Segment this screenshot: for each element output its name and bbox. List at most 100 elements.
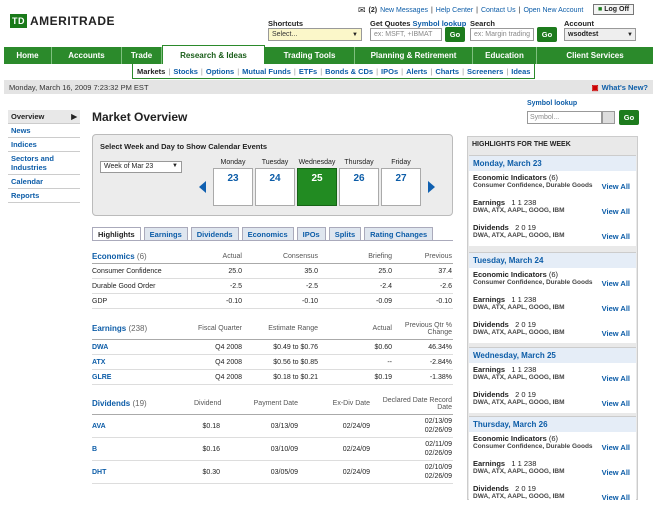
view-all-link[interactable]: View All [602, 374, 630, 383]
envelope-icon[interactable]: ✉ [358, 5, 366, 16]
open-account-link[interactable]: Open New Account [523, 7, 583, 14]
highlight-day-card: Thursday, March 26 Economic Indicators (… [469, 416, 636, 507]
col-header: Ex-Div Date [332, 400, 370, 407]
sidebar-item-indices[interactable]: Indices [8, 138, 80, 152]
subnav-ideas[interactable]: Ideas [511, 67, 530, 76]
cell: $0.60 [374, 343, 392, 351]
quote-input[interactable]: ex: MSFT, +IBMAT [370, 28, 442, 41]
ameritrade-logo[interactable]: TD AMERITRADE [10, 14, 115, 28]
highlight-day-card: Monday, March 23 Economic Indicators (6)… [469, 155, 636, 246]
nav-home[interactable]: Home [4, 47, 52, 64]
symbol-link[interactable]: ATX [92, 359, 194, 366]
view-all-link[interactable]: View All [602, 493, 630, 502]
subnav-markets[interactable]: Markets [137, 67, 165, 76]
nav-client-services[interactable]: Client Services [537, 47, 653, 64]
subnav-ipos[interactable]: IPOs [381, 67, 398, 76]
tab-dividends[interactable]: Dividends [190, 227, 239, 240]
nav-trade[interactable]: Trade [122, 47, 162, 64]
subnav-etfs[interactable]: ETFs [299, 67, 317, 76]
log-off-button[interactable]: ■ Log Off [593, 4, 635, 15]
view-all-link[interactable]: View All [602, 304, 630, 313]
day-name-wednesday: Wednesday [298, 159, 336, 166]
view-all-link[interactable]: View All [602, 232, 630, 241]
symbol-link[interactable]: DWA [92, 344, 194, 351]
contact-us-link[interactable]: Contact Us [481, 7, 516, 14]
highlight-date[interactable]: Thursday, March 26 [469, 417, 636, 432]
sidebar-item-overview[interactable]: Overview ▶ [8, 110, 80, 124]
chevron-down-icon[interactable] [602, 111, 615, 124]
day-name-friday: Friday [391, 159, 411, 166]
subnav-options[interactable]: Options [206, 67, 234, 76]
prev-week-arrow-icon[interactable] [199, 181, 206, 193]
view-all-link[interactable]: View All [602, 468, 630, 477]
quote-go-button[interactable]: Go [445, 27, 465, 42]
view-all-link[interactable]: View All [602, 399, 630, 408]
symbol-link[interactable]: AVA [92, 423, 194, 430]
search-input[interactable]: ex: Margin trading [470, 28, 534, 41]
week-select[interactable]: Week of Mar 23 ▼ [100, 161, 182, 173]
cell: $0.30 [202, 468, 220, 476]
cell: 03/05/09 [270, 468, 298, 476]
account-select[interactable]: wsodtest [564, 28, 636, 41]
sidebar-item-calendar[interactable]: Calendar [8, 175, 80, 189]
view-all-link[interactable]: View All [602, 443, 630, 452]
symbol-link[interactable]: GLRE [92, 374, 194, 381]
symbol-go-button[interactable]: Go [619, 110, 639, 125]
subnav-bonds-cds[interactable]: Bonds & CDs [325, 67, 373, 76]
subnav-charts[interactable]: Charts [435, 67, 459, 76]
earnings-heading[interactable]: Earnings (238) [92, 324, 194, 333]
symbol-lookup-link[interactable]: Symbol lookup [527, 100, 577, 107]
day-cell-thursday[interactable]: 26 [339, 168, 379, 206]
symbol-link[interactable]: DHT [92, 469, 194, 476]
tab-earnings[interactable]: Earnings [143, 227, 188, 240]
sidebar-item-news[interactable]: News [8, 124, 80, 138]
nav-accounts[interactable]: Accounts [52, 47, 122, 64]
day-cell-monday[interactable]: 23 [213, 168, 253, 206]
day-cell-wednesday[interactable]: 25 [297, 168, 337, 206]
cell: 02/10/09 02/26/09 [424, 464, 452, 480]
view-all-link[interactable]: View All [602, 207, 630, 216]
tab-economics[interactable]: Economics [241, 227, 294, 240]
subnav-stocks[interactable]: Stocks [173, 67, 198, 76]
subnav-alerts[interactable]: Alerts [406, 67, 427, 76]
subnav-screeners[interactable]: Screeners [467, 67, 503, 76]
day-name-thursday: Thursday [344, 159, 374, 166]
td-logo-mark: TD [10, 14, 27, 28]
subnav-mutual-funds[interactable]: Mutual Funds [242, 67, 291, 76]
view-all-link[interactable]: View All [602, 279, 630, 288]
cell: 02/24/09 [342, 445, 370, 453]
symbol-link[interactable]: B [92, 446, 194, 453]
nav-education[interactable]: Education [473, 47, 537, 64]
shortcuts-select[interactable]: Select... [268, 28, 362, 41]
day-cell-friday[interactable]: 27 [381, 168, 421, 206]
tab-splits[interactable]: Splits [328, 227, 362, 240]
tab-highlights[interactable]: Highlights [92, 227, 141, 240]
symbol-input[interactable]: Symbol... [527, 111, 602, 124]
account-label: Account [564, 19, 594, 28]
view-all-link[interactable]: View All [602, 329, 630, 338]
tab-ipos[interactable]: IPOs [296, 227, 326, 240]
highlight-date[interactable]: Tuesday, March 24 [469, 253, 636, 268]
day-cell-tuesday[interactable]: 24 [255, 168, 295, 206]
top-links: ✉ (2) New Messages | Help Center | Contact… [358, 5, 584, 16]
cell: -1.38% [429, 373, 452, 381]
nav-trading-tools[interactable]: Trading Tools [265, 47, 355, 64]
sidebar-item-sectors[interactable]: Sectors and Industries [8, 152, 80, 175]
highlight-date[interactable]: Wednesday, March 25 [469, 348, 636, 363]
tab-rating-changes[interactable]: Rating Changes [364, 227, 434, 240]
sidebar-item-reports[interactable]: Reports [8, 189, 80, 203]
table-row: AVA $0.18 03/13/09 02/24/09 02/13/09 02/2… [92, 415, 453, 438]
nav-research-ideas[interactable]: Research & Ideas [162, 45, 265, 64]
nav-planning-retirement[interactable]: Planning & Retirement [355, 47, 473, 64]
dividends-heading[interactable]: Dividends (19) [92, 399, 194, 408]
highlight-date[interactable]: Monday, March 23 [469, 156, 636, 171]
calendar-heading: Select Week and Day to Show Calendar Eve… [100, 142, 267, 151]
cell: $0.49 to $0.76 [273, 343, 318, 351]
new-messages-link[interactable]: New Messages [380, 7, 428, 14]
economics-heading[interactable]: Economics (6) [92, 252, 194, 261]
search-go-button[interactable]: Go [537, 27, 557, 42]
next-week-arrow-icon[interactable] [428, 181, 435, 193]
help-center-link[interactable]: Help Center [436, 7, 473, 14]
view-all-link[interactable]: View All [602, 182, 630, 191]
whats-new-link[interactable]: ▣ What's New? [592, 83, 648, 92]
